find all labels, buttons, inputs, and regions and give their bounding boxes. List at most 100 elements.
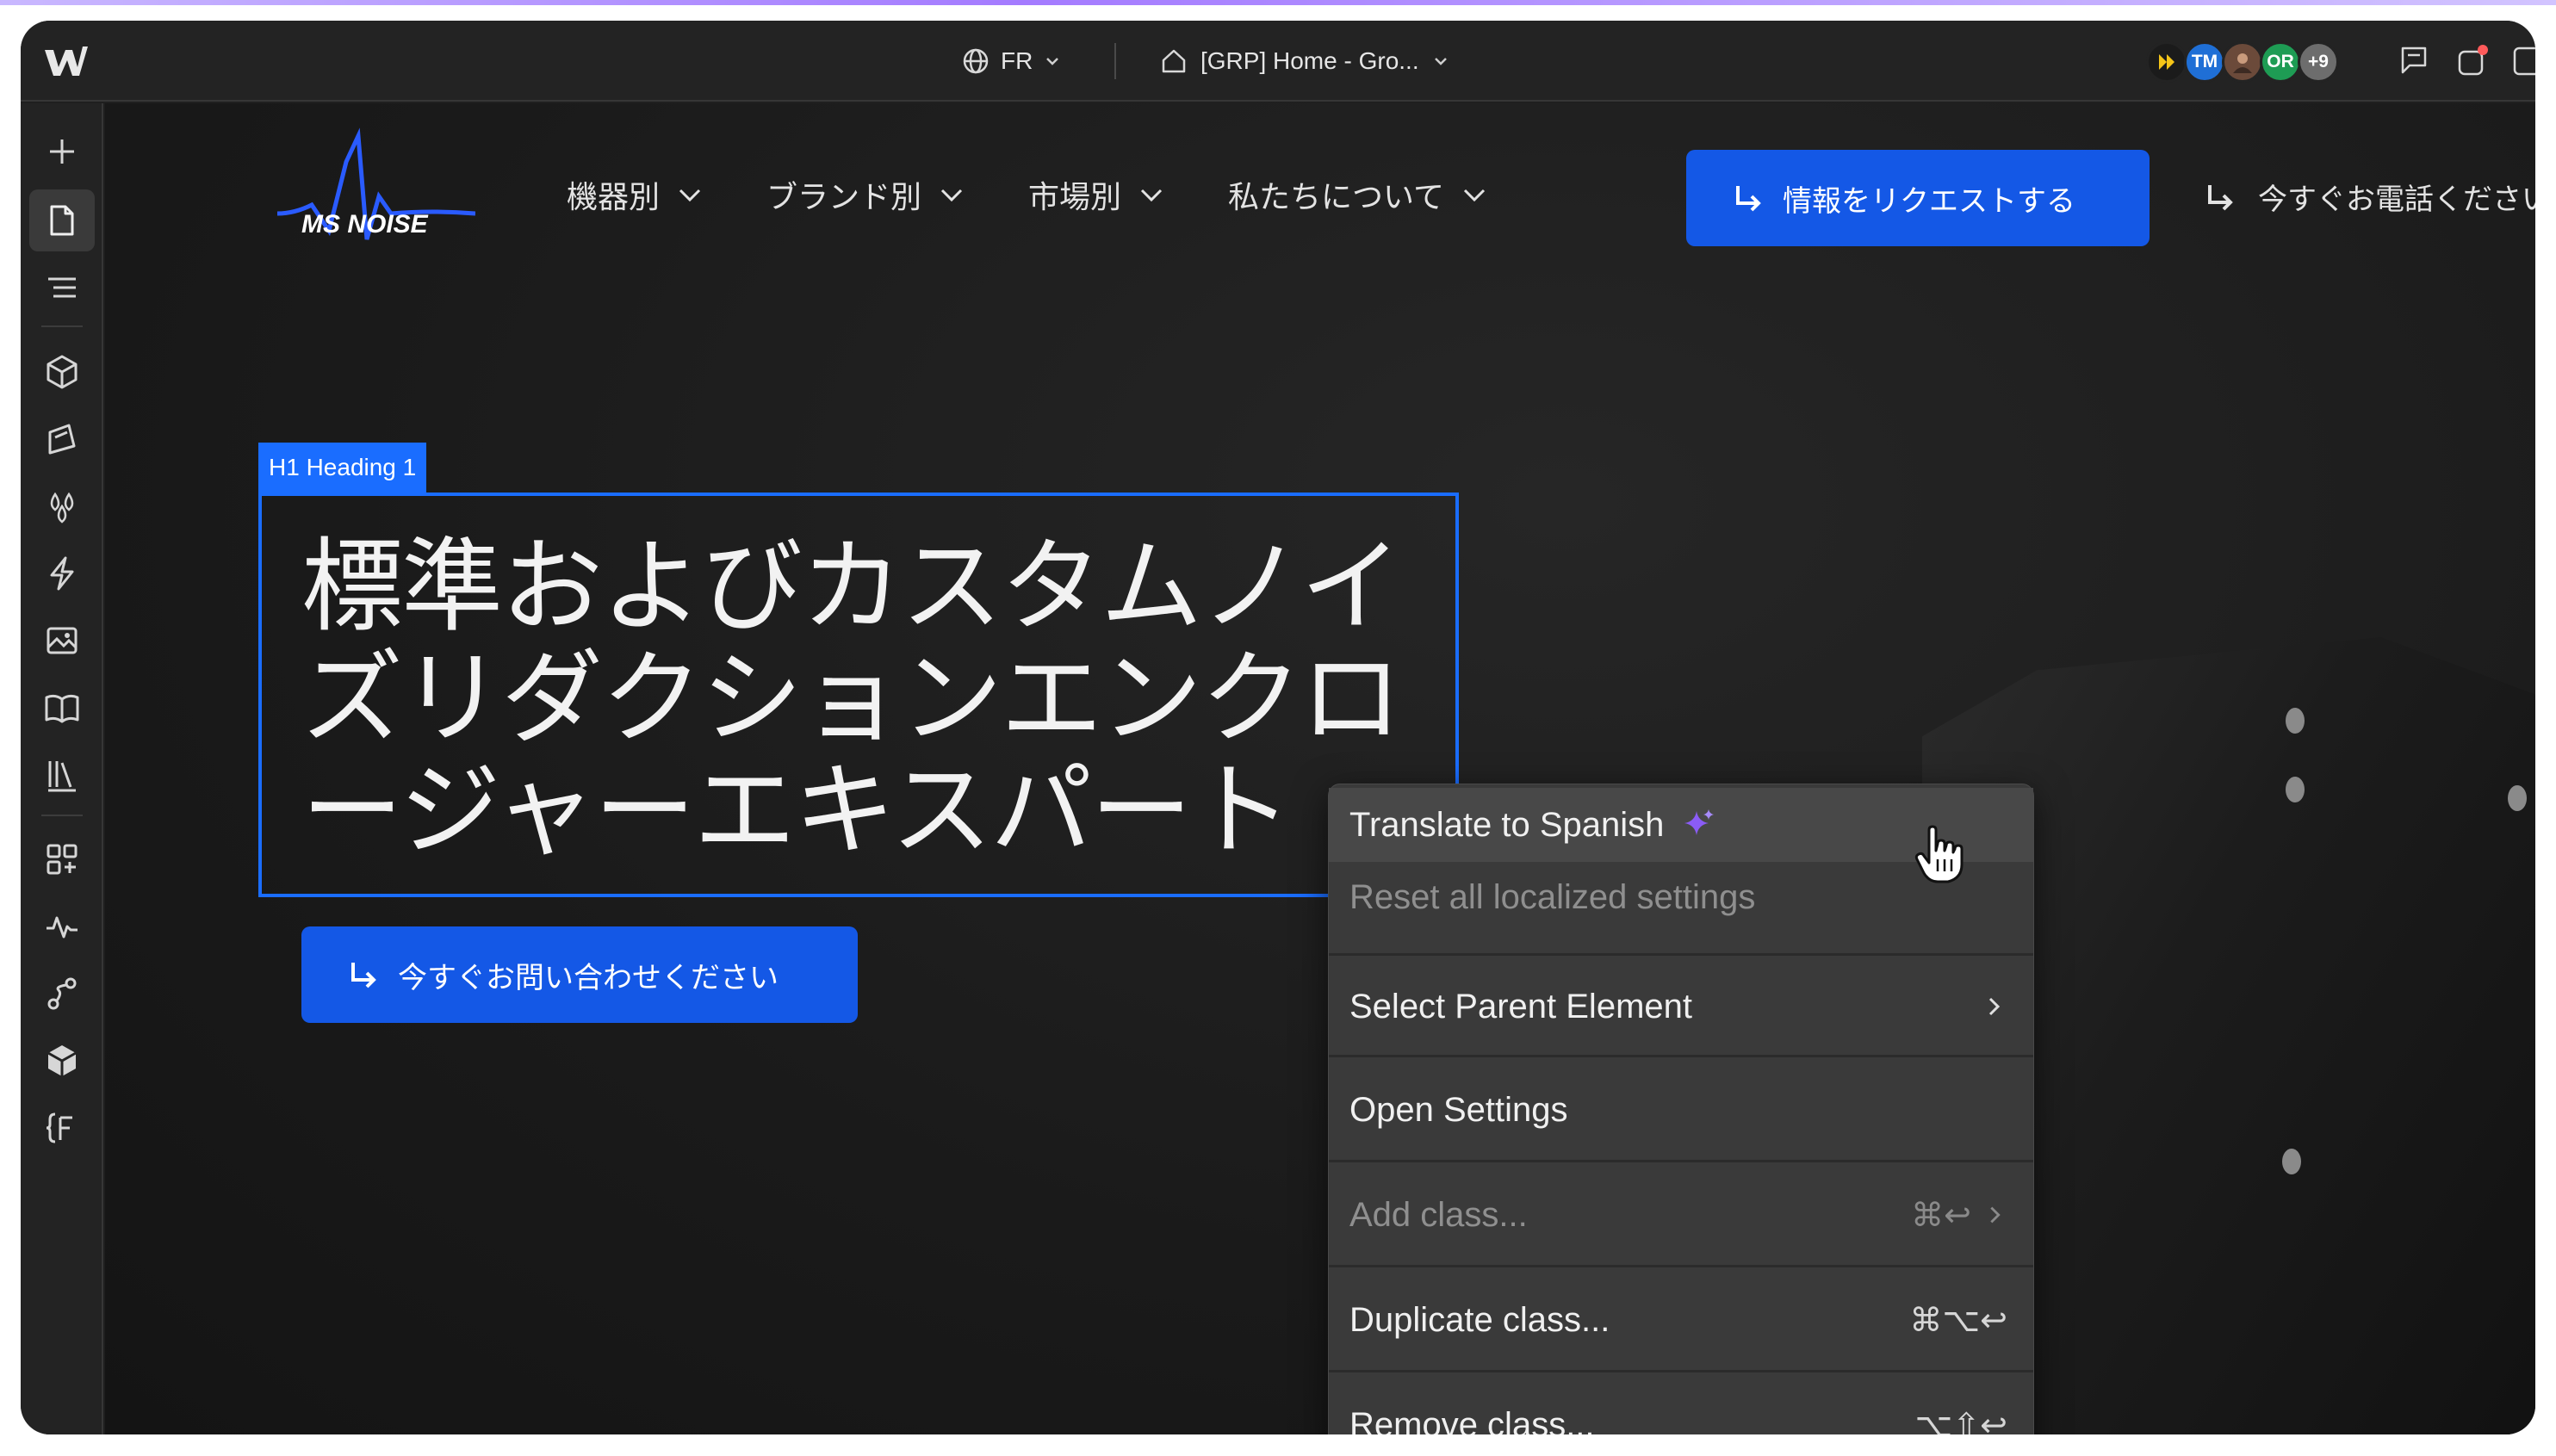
ai-sparkle-icon	[1684, 809, 1715, 835]
add-elements-button[interactable]	[29, 121, 95, 183]
package-icon	[47, 1045, 77, 1076]
nav-by-equipment[interactable]: 機器別	[567, 172, 704, 217]
shortcut-text: ⌘⌥↩	[1909, 1301, 2007, 1339]
chevron-down-icon	[1434, 58, 1447, 65]
selected-heading-element[interactable]: 標準およびカスタムノイズリダクションエンクロージャーエキスパート	[258, 493, 1459, 897]
variables-button[interactable]	[29, 475, 95, 537]
image-icon	[47, 627, 78, 654]
chevron-down-icon	[1463, 189, 1486, 202]
locale-label: FR	[1001, 47, 1033, 74]
divider	[41, 325, 83, 327]
bolt	[2286, 777, 2305, 802]
menu-item-select-parent[interactable]: Select Parent Element	[1329, 962, 2033, 1051]
arrow-turn-right-icon	[2208, 184, 2233, 210]
contact-now-button[interactable]: 今すぐお問い合わせください	[301, 926, 858, 1023]
bolt	[2508, 785, 2527, 811]
share-icon[interactable]	[2454, 43, 2491, 79]
route-icon	[47, 977, 77, 1010]
arrow-turn-right-icon	[351, 963, 376, 988]
comments-icon[interactable]	[2396, 43, 2432, 79]
element-type-badge[interactable]: H1 Heading 1	[258, 443, 427, 493]
assets-button[interactable]	[29, 610, 95, 672]
menu-item-open-settings[interactable]: Open Settings	[1329, 1063, 2033, 1156]
globe-icon	[963, 48, 989, 74]
nav-about-us[interactable]: 私たちについて	[1228, 172, 1489, 217]
avatar[interactable]	[2146, 41, 2187, 83]
cube-icon	[47, 355, 78, 389]
menu-item-label: Select Parent Element	[1349, 987, 1692, 1025]
menu-item-label: Open Settings	[1349, 1090, 1568, 1129]
collaborator-avatars[interactable]: TM OR +9	[2146, 41, 2339, 83]
request-info-label: 情報をリクエストする	[1783, 183, 2075, 219]
design-canvas[interactable]: MS NOISE 機器別 ブランド別 市場別 私たちについて 情報をリクエストす…	[105, 103, 2535, 1434]
variables-braces-icon	[46, 1112, 72, 1143]
nav-label: 市場別	[1028, 180, 1122, 215]
nav-by-market[interactable]: 市場別	[1028, 172, 1166, 217]
page-selector[interactable]: [GRP] Home - Gro...	[1159, 41, 1450, 81]
preview-icon[interactable]	[2509, 43, 2535, 79]
packages-button[interactable]	[29, 1030, 95, 1092]
droplets-icon	[50, 492, 74, 524]
webflow-logo-icon[interactable]	[43, 41, 88, 81]
logic-button[interactable]	[29, 963, 95, 1025]
chevron-down-icon	[679, 189, 701, 202]
chevron-down-icon	[1140, 189, 1163, 202]
cms-button[interactable]	[29, 677, 95, 739]
page-selector-label: [GRP] Home - Gro...	[1200, 47, 1419, 74]
style-selectors-button[interactable]	[29, 408, 95, 470]
menu-divider	[1329, 1265, 2033, 1267]
apps-button[interactable]	[29, 828, 95, 890]
menu-item-duplicate-class[interactable]: Duplicate class... ⌘⌥↩	[1329, 1273, 2033, 1366]
menu-item-label: Translate to Spanish	[1349, 805, 1665, 844]
left-toolbar	[21, 103, 103, 1434]
lightning-icon	[50, 556, 74, 591]
shortcut-hint: ⌘↩	[1911, 1196, 2007, 1234]
page-icon	[50, 205, 74, 236]
menu-item-add-class[interactable]: Add class... ⌘↩	[1329, 1168, 2033, 1261]
audit-button[interactable]	[29, 895, 95, 957]
designer-window: FR [GRP] Home - Gro... TM OR +9 MS NOISE…	[21, 21, 2535, 1434]
plus-icon	[50, 139, 74, 164]
chevron-down-icon	[1046, 58, 1059, 65]
avatar[interactable]: OR	[2260, 41, 2301, 83]
nav-label: 機器別	[567, 180, 661, 215]
avatar[interactable]: TM	[2184, 41, 2225, 83]
navigator-button[interactable]	[29, 257, 95, 319]
avatar[interactable]	[2222, 41, 2263, 83]
chevron-down-icon	[940, 189, 963, 202]
user-photo-icon	[2233, 53, 2252, 73]
locale-switcher[interactable]: FR	[961, 41, 1062, 81]
nav-by-brand[interactable]: ブランド別	[766, 172, 966, 217]
interactions-button[interactable]	[29, 542, 95, 604]
menu-divider	[1329, 1055, 2033, 1057]
arrow-turn-right-icon	[1736, 186, 1761, 212]
menu-item-label: Duplicate class...	[1349, 1300, 1610, 1339]
call-now-link[interactable]: 今すぐお電話ください	[2203, 176, 2535, 218]
menu-item-label: Remove class...	[1349, 1405, 1595, 1435]
nav-label: ブランド別	[766, 180, 922, 215]
menu-divider	[1329, 1370, 2033, 1372]
shortcut-text: ⌥⇧↩	[1914, 1406, 2007, 1434]
divider	[1114, 43, 1116, 79]
menu-divider	[1329, 953, 2033, 956]
menu-item-remove-class[interactable]: Remove class... ⌥⇧↩	[1329, 1379, 2033, 1435]
navigator-icon	[48, 277, 76, 298]
book-icon	[45, 694, 79, 723]
fonts-button[interactable]	[29, 1097, 95, 1159]
libraries-button[interactable]	[29, 744, 95, 806]
fast-forward-icon	[2159, 54, 2174, 70]
hero-heading[interactable]: 標準およびカスタムノイズリダクションエンクロージャーエキスパート	[301, 530, 1438, 866]
brush-icon	[48, 424, 76, 455]
site-nav: 機器別 ブランド別 市場別 私たちについて	[567, 172, 1489, 217]
pages-button[interactable]	[29, 189, 95, 251]
ms-noise-logo[interactable]: MS NOISE	[277, 127, 475, 265]
avatar-overflow-count[interactable]: +9	[2298, 41, 2339, 83]
menu-divider	[1329, 1160, 2033, 1162]
bolt	[2282, 1149, 2301, 1174]
request-info-button[interactable]: 情報をリクエストする	[1686, 150, 2150, 246]
components-button[interactable]	[29, 341, 95, 403]
library-icon	[48, 761, 76, 792]
call-now-label: 今すぐお電話ください	[2258, 183, 2535, 217]
nav-label: 私たちについて	[1228, 180, 1444, 215]
apps-icon	[47, 844, 78, 875]
